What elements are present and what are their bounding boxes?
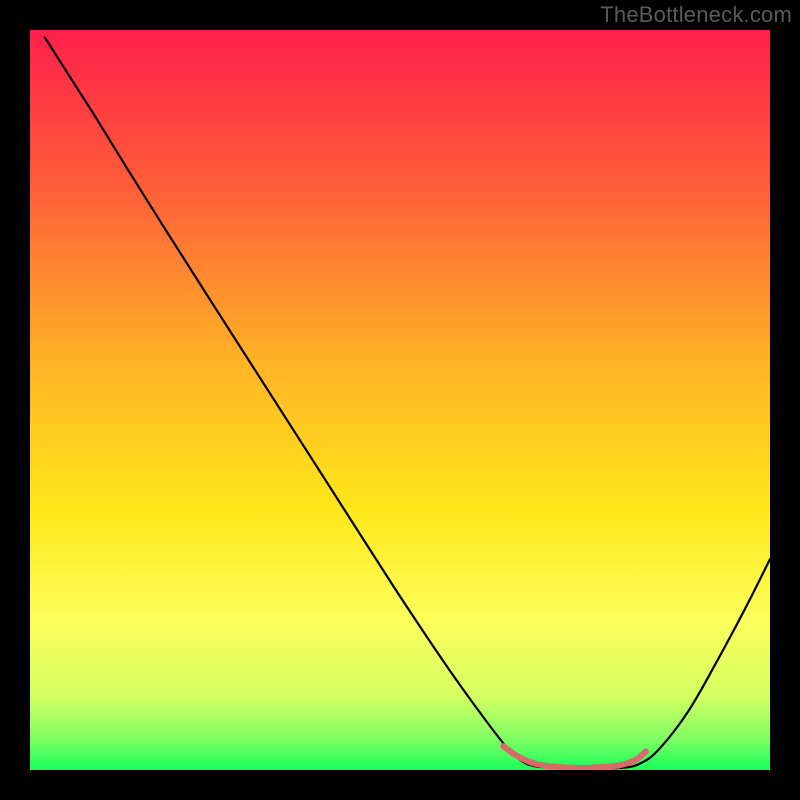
chart-container: TheBottleneck.com [0, 0, 800, 800]
gradient-background [30, 30, 770, 770]
bottleneck-chart [30, 30, 770, 770]
watermark-text: TheBottleneck.com [600, 2, 792, 28]
